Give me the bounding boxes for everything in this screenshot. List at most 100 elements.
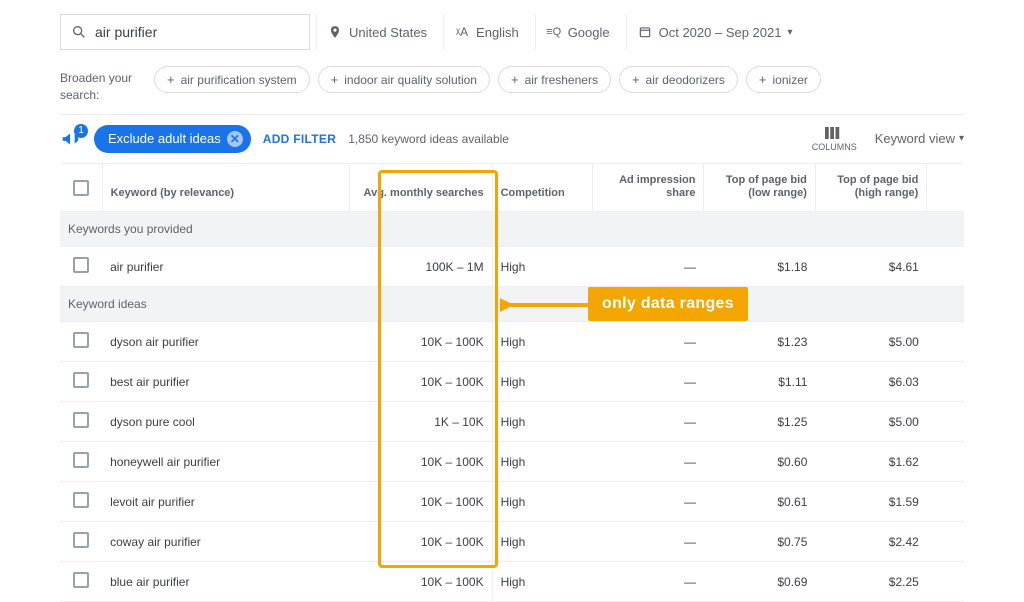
row-checkbox-cell[interactable]	[60, 247, 102, 287]
row-checkbox-cell[interactable]	[60, 482, 102, 522]
search-input[interactable]	[95, 24, 299, 40]
row-checkbox-cell[interactable]	[60, 442, 102, 482]
exclude-label: Exclude adult ideas	[108, 131, 221, 146]
checkbox[interactable]	[73, 532, 89, 548]
keyword-view-label: Keyword view	[875, 131, 955, 146]
table-row[interactable]: levoit air purifier10K – 100KHigh—$0.61$…	[60, 482, 964, 522]
broaden-chip[interactable]: + air purification system	[154, 66, 310, 93]
cell-spacer	[927, 362, 964, 402]
row-checkbox-cell[interactable]	[60, 402, 102, 442]
location-text: United States	[349, 25, 427, 40]
cell-imp: —	[593, 482, 704, 522]
checkbox[interactable]	[73, 572, 89, 588]
close-icon[interactable]: ✕	[227, 131, 243, 147]
chip-label: indoor air quality solution	[344, 73, 477, 87]
announcement-badge: 1	[74, 124, 88, 138]
cell-imp: —	[593, 247, 704, 287]
checkbox[interactable]	[73, 257, 89, 273]
cell-keyword: coway air purifier	[102, 522, 350, 562]
language-icon: ᵡA	[454, 24, 470, 40]
add-filter-button[interactable]: ADD FILTER	[263, 132, 336, 146]
cell-low: $1.23	[704, 322, 815, 362]
checkbox[interactable]	[73, 332, 89, 348]
col-bid-high[interactable]: Top of page bid (high range)	[815, 164, 926, 212]
cell-comp: High	[492, 247, 592, 287]
cell-low: $0.69	[704, 562, 815, 602]
broaden-chip[interactable]: + air fresheners	[498, 66, 611, 93]
col-avg-searches[interactable]: Avg. monthly searches	[350, 164, 492, 212]
plus-icon: +	[331, 72, 339, 87]
col-keyword[interactable]: Keyword (by relevance)	[102, 164, 350, 212]
search-icon	[71, 24, 87, 40]
chip-label: air fresheners	[525, 73, 598, 87]
row-checkbox-cell[interactable]	[60, 362, 102, 402]
cell-avg: 10K – 100K	[350, 322, 492, 362]
chip-list: + air purification system + indoor air qual…	[154, 66, 821, 93]
table-row[interactable]: honeywell air purifier10K – 100KHigh—$0.…	[60, 442, 964, 482]
cell-imp: —	[593, 522, 704, 562]
date-filter[interactable]: Oct 2020 – Sep 2021 ▾	[626, 14, 803, 50]
table-row[interactable]: dyson pure cool1K – 10KHigh—$1.25$5.00	[60, 402, 964, 442]
plus-icon: +	[511, 72, 519, 87]
language-filter[interactable]: ᵡA English	[443, 14, 529, 50]
keyword-table: Keyword (by relevance) Avg. monthly sear…	[60, 164, 964, 602]
chip-label: ionizer	[773, 73, 808, 87]
table-row[interactable]: dyson air purifier10K – 100KHigh—$1.23$5…	[60, 322, 964, 362]
col-spacer	[927, 164, 964, 212]
col-bid-low[interactable]: Top of page bid (low range)	[704, 164, 815, 212]
cell-avg: 10K – 100K	[350, 442, 492, 482]
checkbox[interactable]	[73, 452, 89, 468]
cell-keyword: best air purifier	[102, 362, 350, 402]
broaden-label: Broaden your search:	[60, 66, 140, 104]
location-filter[interactable]: United States	[316, 14, 437, 50]
table-row[interactable]: blue air purifier10K – 100KHigh—$0.69$2.…	[60, 562, 964, 602]
cell-spacer	[927, 562, 964, 602]
broaden-chip[interactable]: +ionizer	[746, 66, 821, 93]
columns-button[interactable]: COLUMNS	[812, 126, 857, 152]
cell-comp: High	[492, 562, 592, 602]
cell-spacer	[927, 442, 964, 482]
checkbox[interactable]	[73, 180, 89, 196]
cell-comp: High	[492, 402, 592, 442]
table-row[interactable]: best air purifier10K – 100KHigh—$1.11$6.…	[60, 362, 964, 402]
cell-spacer	[927, 522, 964, 562]
cell-spacer	[927, 247, 964, 287]
cell-spacer	[927, 402, 964, 442]
ideas-available-text: 1,850 keyword ideas available	[348, 132, 509, 146]
network-text: Google	[568, 25, 610, 40]
cell-low: $0.75	[704, 522, 815, 562]
checkbox[interactable]	[73, 492, 89, 508]
cell-comp: High	[492, 442, 592, 482]
select-all-header[interactable]	[60, 164, 102, 212]
broaden-chip[interactable]: + indoor air quality solution	[318, 66, 490, 93]
network-filter[interactable]: ≡Q Google	[535, 14, 620, 50]
row-checkbox-cell[interactable]	[60, 322, 102, 362]
broaden-chip[interactable]: +air deodorizers	[619, 66, 738, 93]
cell-avg: 1K – 10K	[350, 402, 492, 442]
cell-high: $1.59	[815, 482, 926, 522]
date-range-text: Oct 2020 – Sep 2021	[659, 25, 782, 40]
search-input-wrap[interactable]	[60, 14, 310, 50]
col-impression-share[interactable]: Ad impression share	[593, 164, 704, 212]
checkbox[interactable]	[73, 372, 89, 388]
cell-imp: —	[593, 562, 704, 602]
table-row[interactable]: coway air purifier10K – 100KHigh—$0.75$2…	[60, 522, 964, 562]
cell-comp: High	[492, 362, 592, 402]
exclude-adult-filter[interactable]: Exclude adult ideas ✕	[94, 125, 251, 153]
cell-spacer	[927, 322, 964, 362]
row-checkbox-cell[interactable]	[60, 562, 102, 602]
col-competition[interactable]: Competition	[492, 164, 592, 212]
announcement-icon[interactable]: 1	[60, 128, 82, 150]
top-filter-bar: United States ᵡA English ≡Q Google Oct 2…	[60, 0, 964, 60]
table-row[interactable]: air purifier100K – 1MHigh—$1.18$4.61	[60, 247, 964, 287]
row-checkbox-cell[interactable]	[60, 522, 102, 562]
plus-icon: +	[167, 72, 175, 87]
cell-keyword: levoit air purifier	[102, 482, 350, 522]
location-icon	[327, 24, 343, 40]
chip-label: air purification system	[181, 73, 297, 87]
checkbox[interactable]	[73, 412, 89, 428]
cell-avg: 10K – 100K	[350, 482, 492, 522]
cell-spacer	[927, 482, 964, 522]
keyword-view-dropdown[interactable]: Keyword view ▾	[875, 131, 964, 146]
cell-imp: —	[593, 362, 704, 402]
